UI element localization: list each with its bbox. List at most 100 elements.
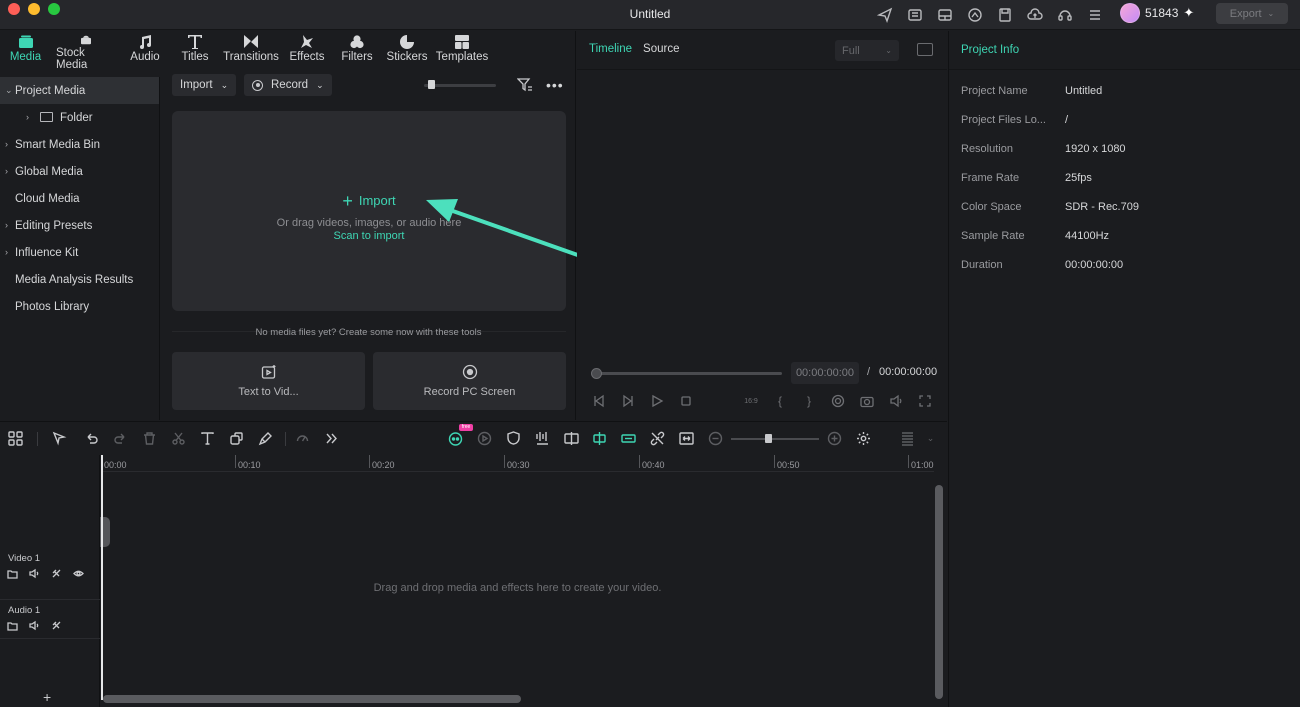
preview-panel: Timeline Source Full ⌄ 00:00:00:00 / 00:… <box>577 31 947 420</box>
stop-icon[interactable] <box>678 393 694 409</box>
previous-frame-icon[interactable] <box>591 393 607 409</box>
sidebar-item-media-analysis-results[interactable]: Media Analysis Results <box>0 266 159 293</box>
crop-icon[interactable] <box>228 430 245 447</box>
tab-timeline[interactable]: Timeline <box>589 43 632 55</box>
ai-audio-icon[interactable] <box>476 430 493 447</box>
timeline-canvas[interactable]: Drag and drop media and effects here to … <box>101 473 934 693</box>
grid-layout-icon[interactable] <box>7 430 24 447</box>
dropzone-import-link[interactable]: + Import <box>172 191 566 212</box>
delete-icon[interactable] <box>141 430 158 447</box>
chevron-down-icon[interactable]: ⌄ <box>922 430 939 447</box>
timeline-ruler[interactable]: 00:00 00:10 00:20 00:30 00:40 00:50 01:0… <box>101 455 934 472</box>
import-dropzone[interactable]: + Import Or drag videos, images, or audio… <box>172 111 566 311</box>
volume-icon[interactable] <box>28 568 41 579</box>
keyboard-icon[interactable] <box>905 5 925 25</box>
ai-copilot-icon[interactable] <box>447 430 464 447</box>
sidebar-item-smart-media-bin[interactable]: › Smart Media Bin <box>0 131 159 158</box>
sidebar-item-folder[interactable]: › Folder <box>0 104 159 131</box>
tab-media[interactable]: Media <box>0 31 51 71</box>
sidebar-item-project-media[interactable]: ⌄ Project Media <box>0 77 159 104</box>
add-track-button[interactable]: + <box>43 689 51 705</box>
fullscreen-icon[interactable] <box>917 393 933 409</box>
tab-audio[interactable]: Audio <box>120 31 170 71</box>
sidebar-item-influence-kit[interactable]: › Influence Kit <box>0 239 159 266</box>
import-dropdown[interactable]: Import ⌄ <box>172 74 236 96</box>
record-dropdown[interactable]: Record ⌄ <box>244 74 332 96</box>
ruler-label: 00:40 <box>642 460 665 470</box>
speed-icon[interactable] <box>294 430 311 447</box>
camera-icon[interactable] <box>859 393 875 409</box>
text-to-video-button[interactable]: Text to Vid... <box>172 352 365 410</box>
timeline-horizontal-scrollbar[interactable] <box>103 695 521 703</box>
settings-gear-icon[interactable] <box>855 430 872 447</box>
sidebar-item-global-media[interactable]: › Global Media <box>0 158 159 185</box>
save-icon[interactable] <box>995 5 1015 25</box>
snap-icon[interactable] <box>591 430 608 447</box>
mark-out-icon[interactable]: } <box>801 393 817 409</box>
lock-icon[interactable] <box>50 620 63 631</box>
link-clips-icon[interactable] <box>620 430 637 447</box>
sidebar-item-label: Folder <box>60 111 93 124</box>
scissors-icon[interactable] <box>170 430 187 447</box>
preview-scrubber-handle[interactable] <box>591 368 602 379</box>
credits[interactable]: 51843 ✦ <box>1120 3 1194 23</box>
scan-to-import-link[interactable]: Scan to import <box>172 230 566 242</box>
avatar[interactable] <box>1120 3 1140 23</box>
snapshot-view-icon[interactable] <box>917 43 933 56</box>
sidebar-item-cloud-media[interactable]: Cloud Media <box>0 185 159 212</box>
preview-scrubber[interactable] <box>594 372 782 375</box>
tab-stickers[interactable]: Stickers <box>382 31 432 71</box>
timeline-vertical-scrollbar[interactable] <box>935 485 943 699</box>
tab-source[interactable]: Source <box>643 43 679 55</box>
folder-icon[interactable] <box>6 568 19 579</box>
next-frame-icon[interactable] <box>620 393 636 409</box>
eye-icon[interactable] <box>72 568 85 579</box>
track-height-icon[interactable] <box>899 430 916 447</box>
play-icon[interactable] <box>649 393 665 409</box>
tab-templates[interactable]: Templates <box>432 31 492 71</box>
tab-effects[interactable]: Effects <box>282 31 332 71</box>
render-settings-icon[interactable] <box>830 393 846 409</box>
text-tool-icon[interactable] <box>199 430 216 447</box>
layout-icon[interactable] <box>935 5 955 25</box>
timeline-zoom-slider[interactable] <box>731 438 819 440</box>
menu-icon[interactable] <box>1085 5 1105 25</box>
headphones-icon[interactable] <box>965 5 985 25</box>
undo-icon[interactable] <box>83 430 100 447</box>
send-icon[interactable] <box>875 5 895 25</box>
more-tools-icon[interactable] <box>323 430 340 447</box>
sidebar-item-editing-presets[interactable]: › Editing Presets <box>0 212 159 239</box>
beat-sync-icon[interactable] <box>534 430 551 447</box>
split-screen-icon[interactable] <box>563 430 580 447</box>
record-pc-screen-button[interactable]: Record PC Screen <box>373 352 566 410</box>
playhead[interactable] <box>101 455 103 700</box>
tab-filters[interactable]: Filters <box>332 31 382 71</box>
quality-dropdown[interactable]: Full ⌄ <box>835 40 899 61</box>
aspect-ratio-icon[interactable]: 16:9 <box>743 393 759 409</box>
pen-tool-icon[interactable] <box>257 430 274 447</box>
zoom-out-icon[interactable] <box>707 430 724 447</box>
lock-icon[interactable] <box>50 568 63 579</box>
cloud-upload-icon[interactable] <box>1025 5 1045 25</box>
tab-transitions[interactable]: Transitions <box>220 31 282 71</box>
fit-timeline-icon[interactable] <box>678 430 695 447</box>
mark-in-icon[interactable]: { <box>772 393 788 409</box>
unlink-icon[interactable] <box>649 430 666 447</box>
folder-icon[interactable] <box>6 620 19 631</box>
volume-icon[interactable] <box>28 620 41 631</box>
tab-stock-media[interactable]: Stock Media <box>51 31 120 71</box>
export-button[interactable]: Export ⌄ <box>1216 3 1288 24</box>
thumbnail-size-handle[interactable] <box>428 80 435 89</box>
select-tool-icon[interactable] <box>51 430 68 447</box>
filter-icon[interactable] <box>517 77 533 93</box>
tab-titles[interactable]: Titles <box>170 31 220 71</box>
more-options-icon[interactable]: ••• <box>546 77 564 93</box>
timeline-zoom-handle[interactable] <box>765 434 772 443</box>
redo-icon[interactable] <box>112 430 129 447</box>
current-timecode[interactable]: 00:00:00:00 <box>791 362 859 384</box>
shield-icon[interactable] <box>505 430 522 447</box>
volume-icon[interactable] <box>888 393 904 409</box>
support-icon[interactable] <box>1055 5 1075 25</box>
zoom-in-icon[interactable] <box>826 430 843 447</box>
sidebar-item-photos-library[interactable]: Photos Library <box>0 293 159 320</box>
